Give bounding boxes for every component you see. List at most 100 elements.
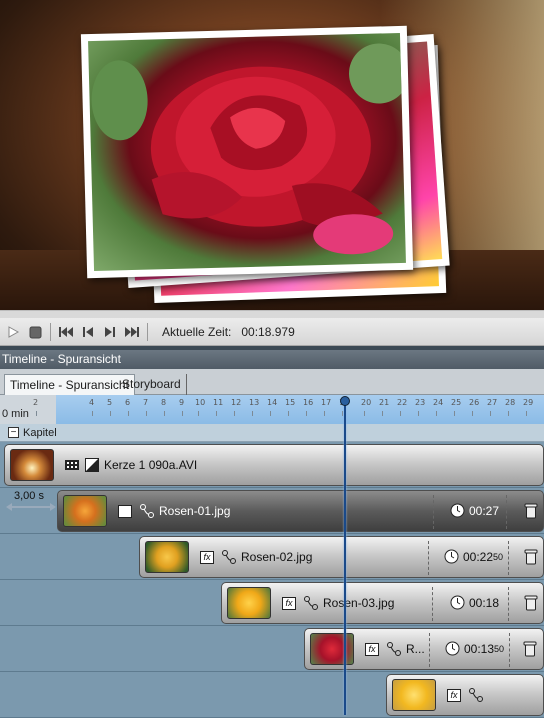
previous-frame-icon[interactable] xyxy=(79,323,97,341)
ruler-tick-label: 5 xyxy=(107,398,113,407)
trash-icon[interactable] xyxy=(523,641,537,657)
motion-path-icon[interactable] xyxy=(221,549,237,565)
skip-to-start-icon[interactable] xyxy=(57,323,75,341)
ruler-tick-mark xyxy=(454,411,455,416)
trash-icon[interactable] xyxy=(524,595,538,611)
ruler-tick-label: 7 xyxy=(143,398,149,407)
track-row: fx Rosen-02.jpg 00:22 50 xyxy=(0,534,544,580)
ruler-tick-label: 12 xyxy=(231,398,242,407)
ruler-tick-label: 22 xyxy=(397,398,408,407)
trash-icon[interactable] xyxy=(524,549,538,565)
playhead-line[interactable] xyxy=(344,397,346,715)
ruler-tick-label: 21 xyxy=(379,398,390,407)
track-row: fx xyxy=(0,672,544,718)
fx-icon[interactable]: fx xyxy=(364,641,380,657)
ruler-tick-label: 2 xyxy=(33,398,39,407)
tab-bar: Timeline - Spuransicht Storyboard xyxy=(0,369,544,395)
clip-name: Rosen-03.jpg xyxy=(323,596,395,610)
ruler-tick-mark xyxy=(508,411,509,416)
clip-rosen-03[interactable]: fx Rosen-03.jpg 00:18 xyxy=(221,582,544,624)
rose-image xyxy=(91,43,406,255)
clip-rosen-04[interactable]: fx R... 00:13 50 xyxy=(304,628,544,670)
ruler-tick-mark xyxy=(164,411,165,416)
fx-icon[interactable]: fx xyxy=(199,549,215,565)
preview-monitor xyxy=(0,0,544,310)
ruler-tick-mark xyxy=(288,411,289,416)
motion-path-icon[interactable] xyxy=(386,641,402,657)
clock-icon xyxy=(444,549,459,564)
gap-duration-label: 3,00 s xyxy=(14,490,44,502)
ruler-unit-label: 0 min xyxy=(2,408,29,420)
ruler-tick-label: 28 xyxy=(505,398,516,407)
gap-arrow-icon xyxy=(6,503,56,511)
clip-divider xyxy=(432,587,433,621)
ruler-tick-mark xyxy=(490,411,491,416)
toolbar-separator xyxy=(50,322,51,341)
ruler-tick-mark xyxy=(324,411,325,416)
playhead-handle[interactable] xyxy=(340,396,350,406)
ruler-tick-label: 4 xyxy=(89,398,95,407)
motion-path-icon[interactable] xyxy=(303,595,319,611)
ruler-tick-label: 26 xyxy=(469,398,480,407)
clip-divider xyxy=(506,495,507,529)
preview-scrollbar[interactable] xyxy=(0,310,544,318)
ruler-tick-mark xyxy=(110,411,111,416)
chapter-row[interactable]: − Kapitel xyxy=(0,424,544,442)
stop-icon[interactable] xyxy=(26,323,44,341)
skip-to-end-icon[interactable] xyxy=(123,323,141,341)
clip-divider xyxy=(508,541,509,575)
motion-path-icon[interactable] xyxy=(468,687,484,703)
clip-duration[interactable]: 00:13 50 xyxy=(445,641,504,656)
trash-icon[interactable] xyxy=(524,503,538,519)
ruler-tick-label: 6 xyxy=(125,398,131,407)
ruler-tick-label: 17 xyxy=(321,398,332,407)
chapter-label: Kapitel xyxy=(23,426,57,439)
clip-divider xyxy=(509,633,510,667)
ruler-tick-label: 10 xyxy=(195,398,206,407)
clip-thumbnail xyxy=(392,679,436,711)
ruler-tick-mark xyxy=(526,411,527,416)
ruler-tick-mark xyxy=(418,411,419,416)
ruler-tick-mark xyxy=(342,411,343,416)
clip-video-kerze[interactable]: Kerze 1 090a.AVI xyxy=(4,444,544,486)
panel-title: Timeline - Spuransicht xyxy=(0,350,544,369)
ruler-tick-mark xyxy=(270,411,271,416)
ruler-tick-label: 13 xyxy=(249,398,260,407)
clock-icon xyxy=(445,641,460,656)
current-time-label: Aktuelle Zeit: xyxy=(162,324,232,339)
clip-rosen-05[interactable]: fx xyxy=(386,674,544,716)
clip-duration[interactable]: 00:27 xyxy=(450,503,499,518)
clock-icon xyxy=(450,503,465,518)
fx-icon[interactable]: fx xyxy=(446,687,462,703)
ruler-tick-label: 16 xyxy=(303,398,314,407)
clip-thumbnail xyxy=(310,633,354,665)
ruler-tick-label: 20 xyxy=(361,398,372,407)
ruler-tick-label: 9 xyxy=(179,398,185,407)
ruler-tick-label: 25 xyxy=(451,398,462,407)
track-row: fx R... 00:13 50 xyxy=(0,626,544,672)
collapse-icon[interactable]: − xyxy=(8,427,19,438)
play-icon[interactable] xyxy=(4,323,22,341)
fx-icon[interactable]: fx xyxy=(117,503,133,519)
tab-timeline[interactable]: Timeline - Spuransicht xyxy=(4,374,135,395)
clip-name: Rosen-01.jpg xyxy=(159,504,231,518)
clip-rosen-02[interactable]: fx Rosen-02.jpg 00:22 50 xyxy=(139,536,544,578)
ruler-tick-mark xyxy=(472,411,473,416)
track-row: fx Rosen-03.jpg 00:18 xyxy=(0,580,544,626)
time-ruler[interactable]: 0 min 2456789101112131415161718202122232… xyxy=(0,395,544,424)
clip-thumbnail xyxy=(10,449,54,481)
rose-photo-front xyxy=(80,25,414,279)
next-frame-icon[interactable] xyxy=(101,323,119,341)
clip-rosen-01[interactable]: fx Rosen-01.jpg 00:27 xyxy=(57,490,544,532)
tab-storyboard[interactable]: Storyboard xyxy=(117,374,187,395)
ruler-tick-mark xyxy=(146,411,147,416)
motion-path-icon[interactable] xyxy=(139,503,155,519)
clip-duration[interactable]: 00:22 50 xyxy=(444,549,503,564)
clip-duration[interactable]: 00:18 xyxy=(450,595,499,610)
ruler-tick-mark xyxy=(382,411,383,416)
clip-thumbnail xyxy=(63,495,107,527)
effect-icon[interactable] xyxy=(84,457,100,473)
ruler-tick-mark xyxy=(182,411,183,416)
fx-icon[interactable]: fx xyxy=(281,595,297,611)
track-row: Kerze 1 090a.AVI xyxy=(0,442,544,488)
